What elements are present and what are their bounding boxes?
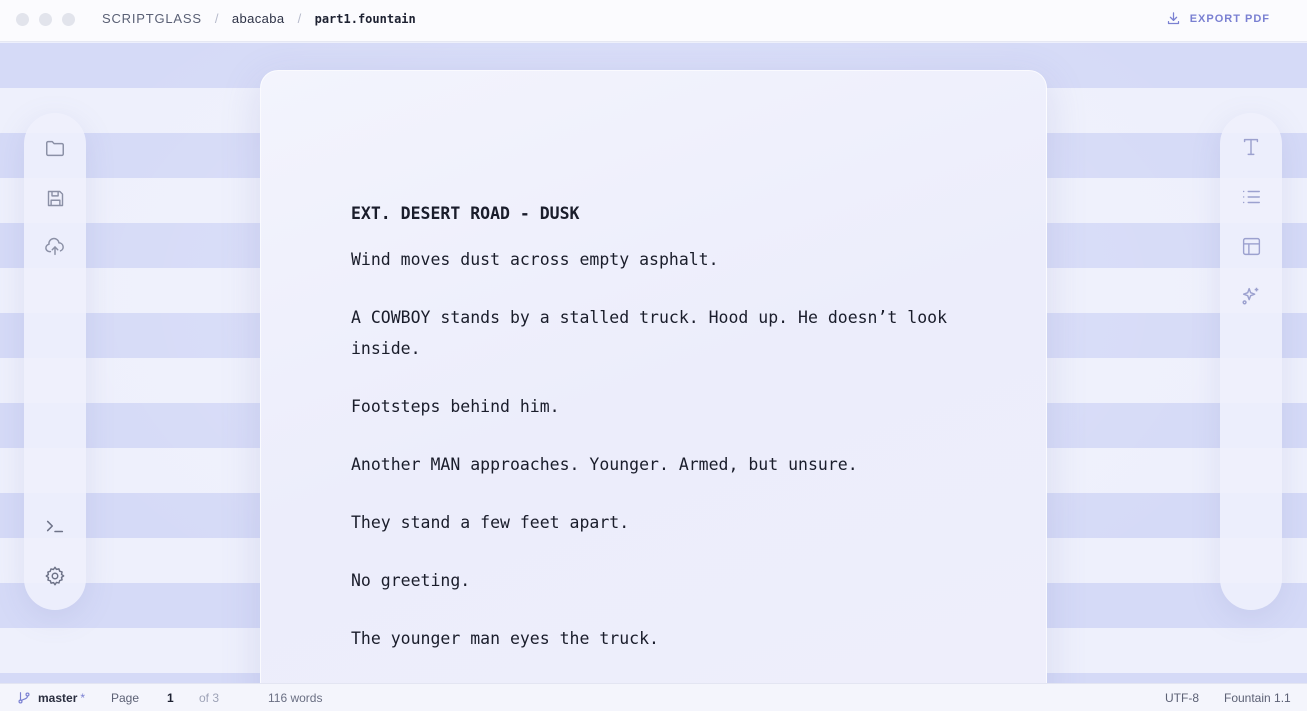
- folder-icon: [46, 140, 64, 157]
- export-pdf-label: EXPORT PDF: [1189, 12, 1270, 25]
- outline-list-button[interactable]: [1239, 185, 1263, 209]
- cloud-upload-icon: [45, 237, 64, 256]
- encoding-indicator[interactable]: UTF-8: [1165, 691, 1199, 705]
- list-icon: [1242, 190, 1260, 204]
- cloud-upload-button[interactable]: [43, 235, 67, 259]
- app-name: SCRIPTGLASS: [102, 11, 202, 26]
- breadcrumb: SCRIPTGLASS / abacaba / part1.fountain: [102, 11, 416, 26]
- terminal-button[interactable]: [43, 514, 67, 538]
- breadcrumb-file[interactable]: part1.fountain: [315, 12, 416, 26]
- git-branch-icon: [18, 692, 30, 704]
- action-line: Another MAN approaches. Younger. Armed, …: [351, 455, 858, 474]
- settings-button[interactable]: [43, 564, 67, 588]
- branch-name: master: [38, 691, 78, 705]
- save-icon: [47, 190, 63, 206]
- save-button[interactable]: [43, 186, 67, 210]
- action-line: The younger man eyes the truck.: [351, 629, 659, 648]
- breadcrumb-project[interactable]: abacaba: [232, 11, 285, 26]
- format-indicator[interactable]: Fountain 1.1: [1224, 691, 1291, 705]
- window-close-button[interactable]: [16, 13, 29, 26]
- terminal-icon: [46, 520, 64, 533]
- open-folder-button[interactable]: [43, 136, 67, 160]
- action-line: A COWBOY stands by a stalled truck. Hood…: [351, 308, 948, 358]
- right-toolbar: [1220, 113, 1282, 610]
- ai-assist-button[interactable]: [1239, 284, 1263, 308]
- layout-panel-icon: [1242, 237, 1260, 255]
- breadcrumb-separator: /: [214, 11, 219, 26]
- export-pdf-button[interactable]: EXPORT PDF: [1166, 11, 1270, 26]
- sparkles-icon: [1242, 287, 1259, 305]
- window-minimize-button[interactable]: [39, 13, 52, 26]
- left-toolbar: [24, 113, 86, 610]
- page-total: of 3: [199, 691, 220, 705]
- scene-heading: EXT. DESERT ROAD - DUSK: [351, 204, 580, 223]
- text-style-button[interactable]: [1239, 135, 1263, 159]
- dirty-marker: *: [80, 691, 86, 705]
- title-bar: SCRIPTGLASS / abacaba / part1.fountain E…: [0, 0, 1307, 42]
- breadcrumb-separator: /: [297, 11, 302, 26]
- script-editor[interactable]: EXT. DESERT ROAD - DUSK Wind moves dust …: [351, 202, 951, 681]
- action-line: They stand a few feet apart.: [351, 513, 630, 532]
- text-type-icon: [1243, 138, 1259, 156]
- settings-gear-icon: [45, 566, 65, 586]
- page-label: Page: [111, 691, 140, 705]
- script-page[interactable]: EXT. DESERT ROAD - DUSK Wind moves dust …: [260, 70, 1047, 710]
- action-line: No greeting.: [351, 571, 471, 590]
- git-branch[interactable]: master *: [17, 691, 85, 705]
- window-maximize-button[interactable]: [62, 13, 75, 26]
- layout-button[interactable]: [1239, 234, 1263, 258]
- word-count: 116 words: [268, 691, 323, 705]
- action-line: Footsteps behind him.: [351, 397, 560, 416]
- page-number[interactable]: 1: [167, 691, 174, 705]
- download-icon: [1167, 12, 1179, 25]
- status-bar: master * Page 1 of 3 116 words UTF-8 Fou…: [0, 683, 1307, 711]
- action-line: Wind moves dust across empty asphalt.: [351, 250, 719, 269]
